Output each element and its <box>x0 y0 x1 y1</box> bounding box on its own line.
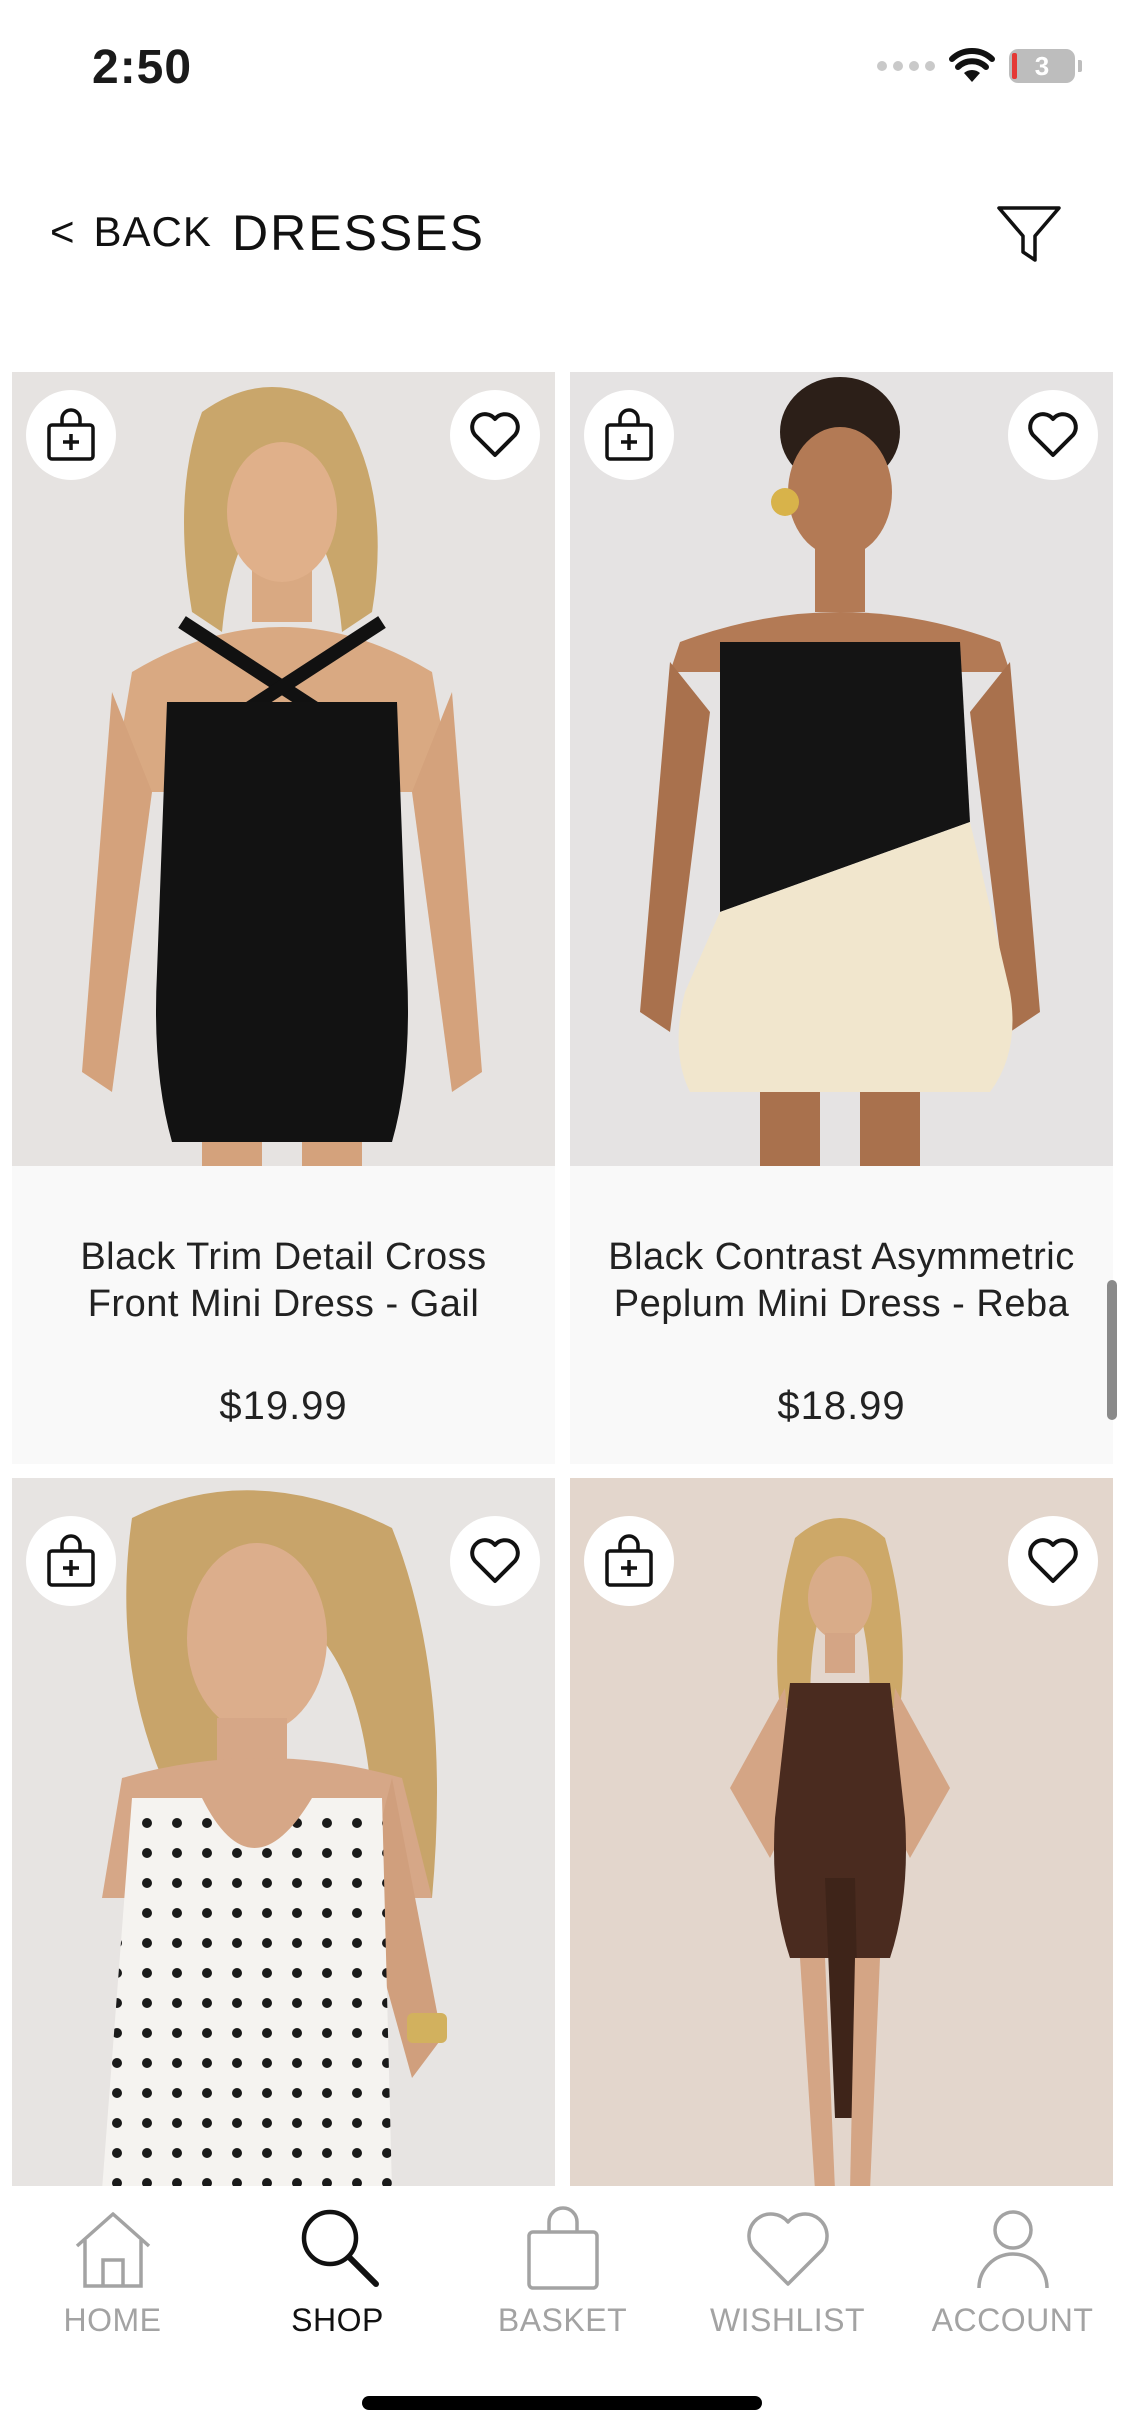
bag-icon <box>526 2206 599 2290</box>
bag-plus-icon <box>47 1534 95 1587</box>
chevron-left-icon: < <box>50 208 76 255</box>
bag-plus-icon <box>47 408 95 461</box>
wishlist-button[interactable] <box>450 1516 540 1606</box>
product-card[interactable]: Black Trim Detail Cross Front Mini Dress… <box>12 372 555 1464</box>
wifi-icon <box>949 48 995 82</box>
bag-plus-icon <box>605 408 653 461</box>
product-name: Black Contrast Asymmetric Peplum Mini Dr… <box>608 1236 1075 1325</box>
bag-plus-icon <box>605 1534 653 1587</box>
product-card[interactable] <box>12 1478 555 2190</box>
battery-level: 3 <box>1034 50 1050 81</box>
back-button[interactable]: < BACK <box>50 208 212 256</box>
wishlist-button[interactable] <box>450 390 540 480</box>
product-name: Black Trim Detail Cross Front Mini Dress… <box>80 1236 487 1325</box>
battery-icon: 3 <box>1009 49 1082 83</box>
status-icons: 3 <box>877 48 1082 84</box>
person-icon <box>976 2210 1049 2289</box>
heart-icon <box>1028 1538 1078 1583</box>
filter-icon <box>997 206 1061 262</box>
filter-button[interactable] <box>993 198 1065 270</box>
tab-label: SHOP <box>291 2302 384 2338</box>
product-card[interactable]: Black Contrast Asymmetric Peplum Mini Dr… <box>570 372 1113 1464</box>
tab-label: HOME <box>63 2302 162 2338</box>
tab-home[interactable]: HOME <box>0 2200 225 2339</box>
heart-icon <box>746 2212 829 2286</box>
product-image[interactable] <box>570 372 1113 1166</box>
heart-icon <box>1028 412 1078 457</box>
tab-shop[interactable]: SHOP <box>225 2200 450 2339</box>
tab-label: WISHLIST <box>709 2302 866 2338</box>
home-indicator <box>362 2396 762 2410</box>
back-label: BACK <box>93 208 212 255</box>
home-icon <box>75 2212 150 2288</box>
status-bar: 2:50 3 <box>0 0 1125 140</box>
tab-label: BASKET <box>497 2302 628 2338</box>
search-icon <box>301 2209 379 2287</box>
status-time: 2:50 <box>92 41 193 94</box>
add-to-bag-button[interactable] <box>584 1516 674 1606</box>
product-price: $18.99 <box>777 1384 906 1428</box>
header: < BACK DRESSES <box>0 180 1125 290</box>
product-card[interactable] <box>570 1478 1113 2190</box>
heart-icon <box>470 1538 520 1583</box>
wishlist-button[interactable] <box>1008 1516 1098 1606</box>
scrollbar[interactable] <box>1107 1280 1117 1420</box>
product-price: $19.99 <box>219 1384 348 1428</box>
add-to-bag-button[interactable] <box>584 390 674 480</box>
cellular-signal-icon <box>877 61 935 71</box>
add-to-bag-button[interactable] <box>26 1516 116 1606</box>
heart-icon <box>470 412 520 457</box>
page-title: DRESSES <box>232 205 485 261</box>
product-info[interactable]: Black Trim Detail Cross Front Mini Dress… <box>12 1166 555 1464</box>
tab-label: ACCOUNT <box>931 2302 1094 2338</box>
add-to-bag-button[interactable] <box>26 390 116 480</box>
tab-wishlist[interactable]: WISHLIST <box>675 2200 900 2339</box>
product-image[interactable] <box>12 372 555 1166</box>
product-info[interactable]: Black Contrast Asymmetric Peplum Mini Dr… <box>570 1166 1113 1464</box>
wishlist-button[interactable] <box>1008 390 1098 480</box>
tab-account[interactable]: ACCOUNT <box>900 2200 1125 2339</box>
tab-basket[interactable]: BASKET <box>450 2200 675 2339</box>
